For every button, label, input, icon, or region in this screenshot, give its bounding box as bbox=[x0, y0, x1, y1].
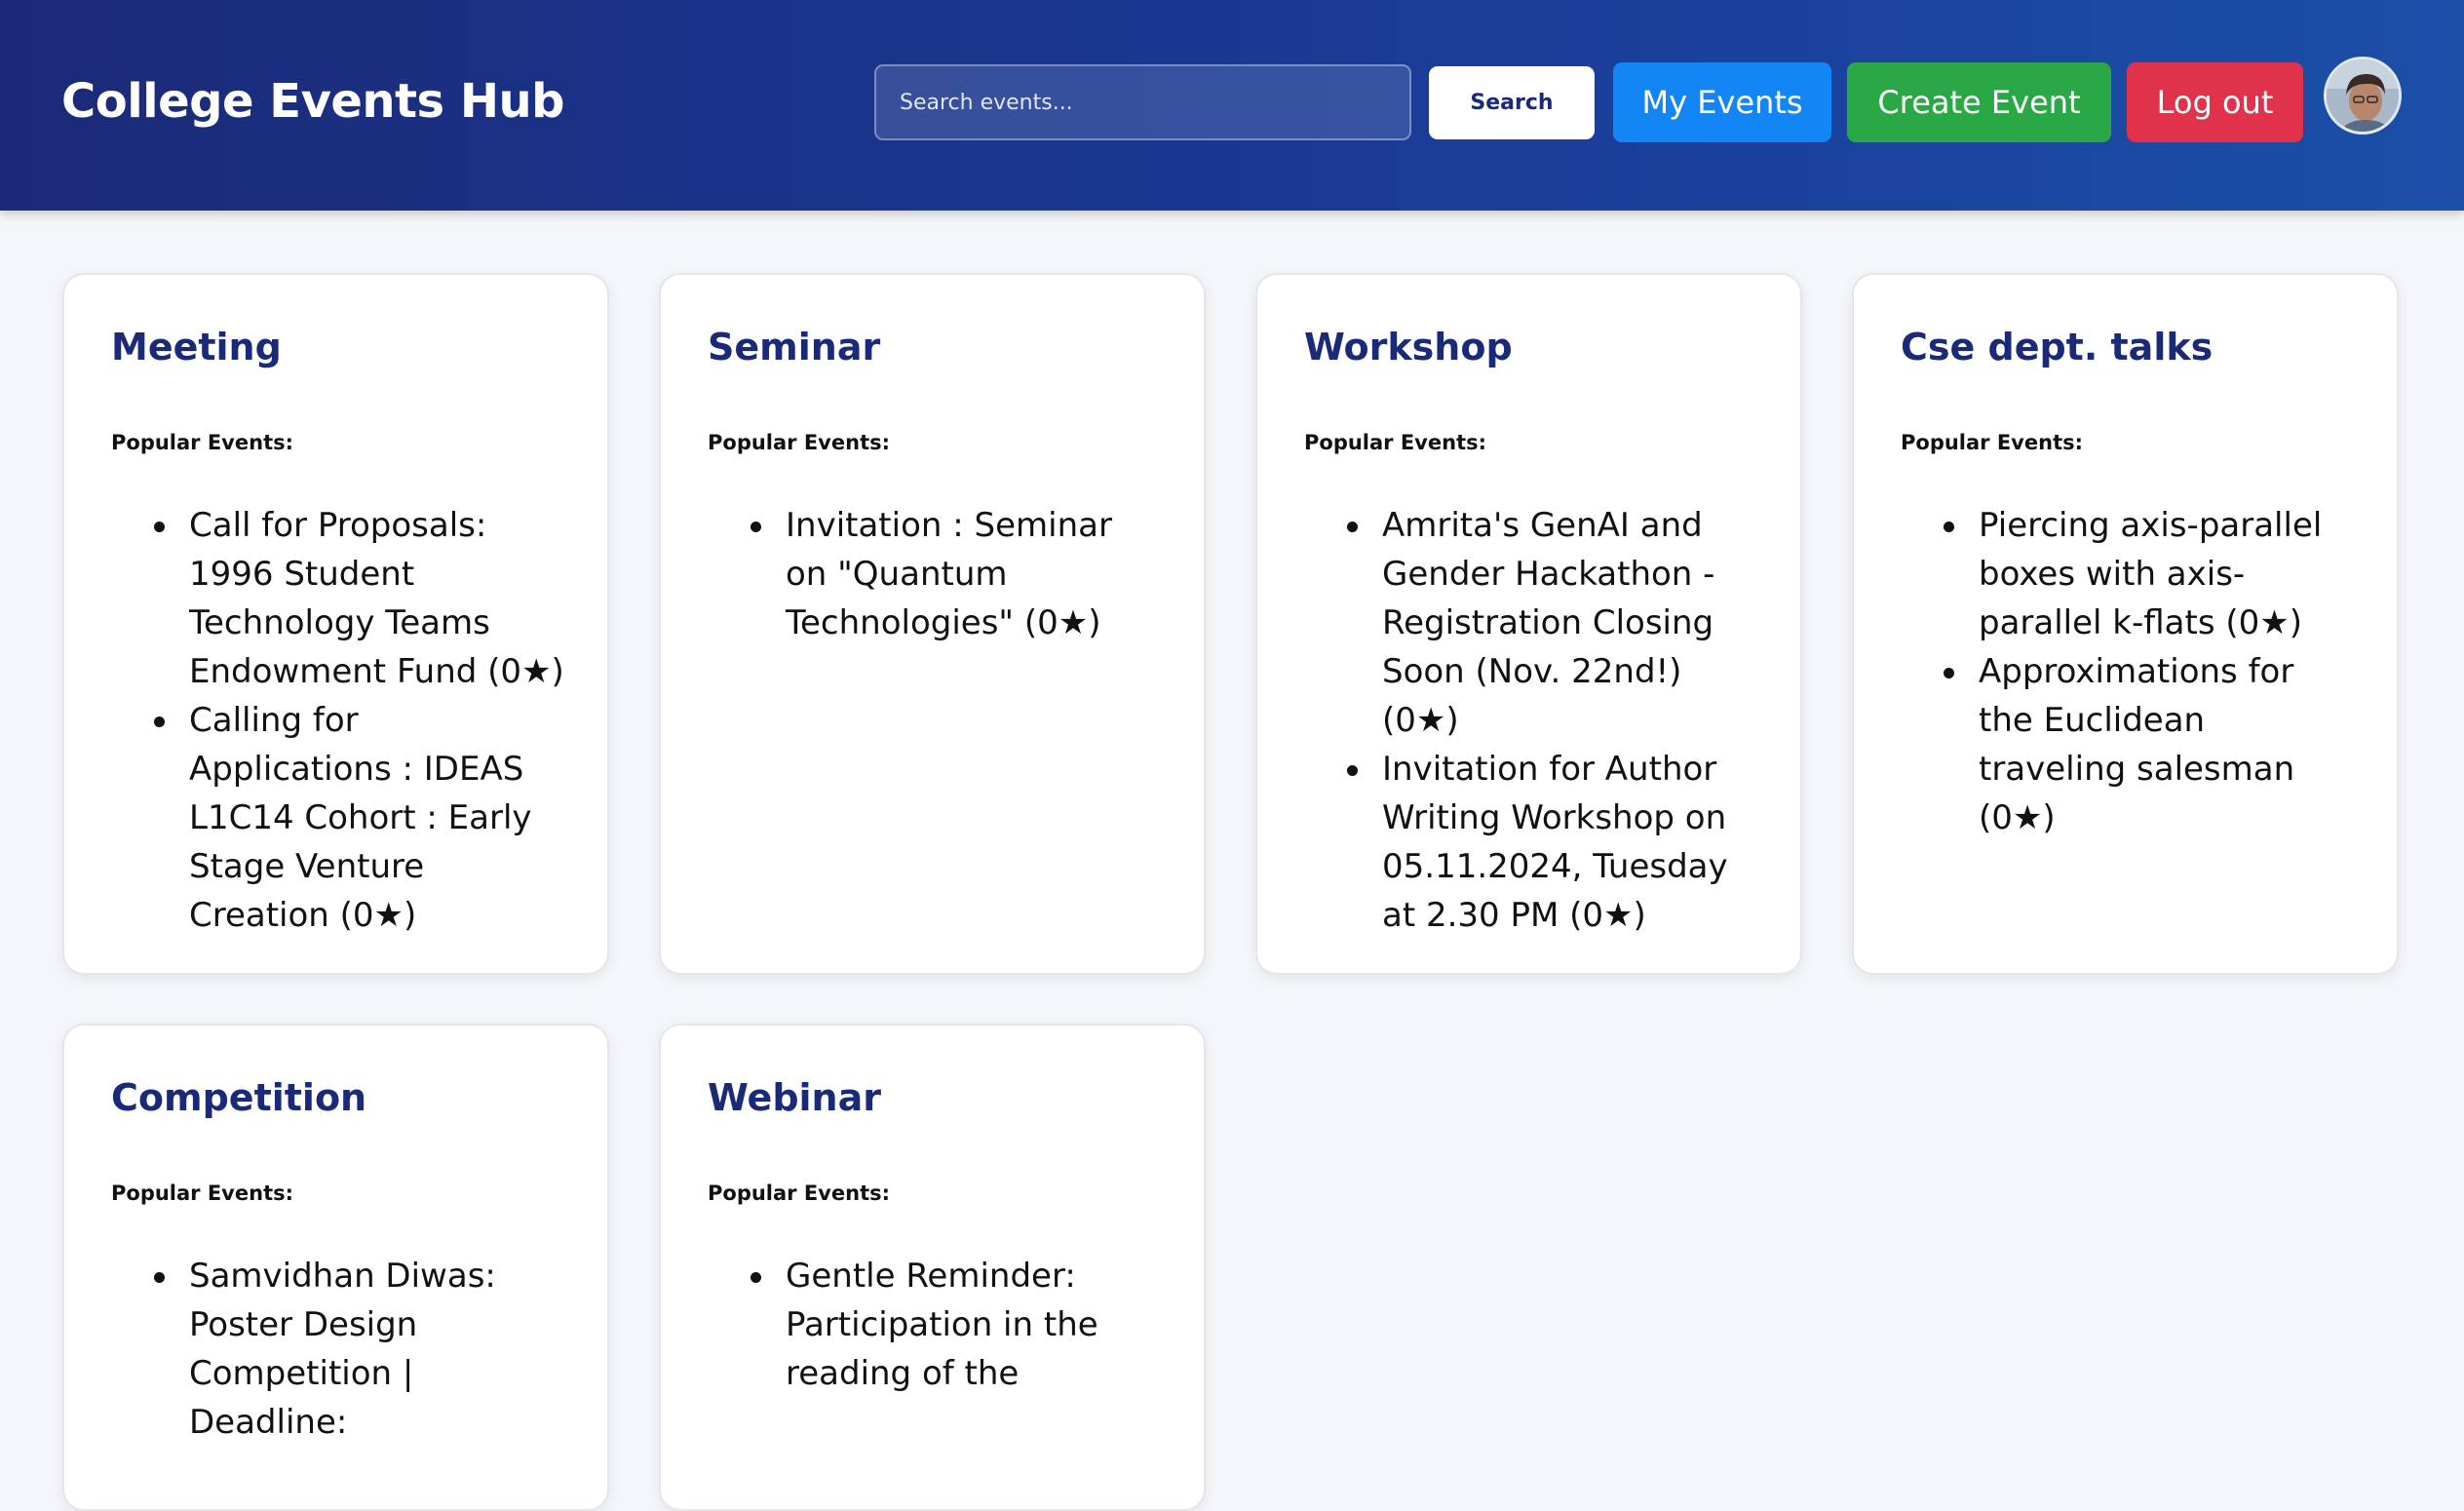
event-list: Samvidhan Diwas: Poster Design Competiti… bbox=[111, 1252, 564, 1447]
popular-events-label: Popular Events: bbox=[1901, 431, 2084, 454]
event-list: Piercing axis-parallel boxes with axis-p… bbox=[1901, 501, 2354, 842]
event-list: Gentle Reminder: Participation in the re… bbox=[708, 1252, 1161, 1398]
category-card-competition[interactable]: Competition Popular Events: Samvidhan Di… bbox=[62, 1024, 609, 1511]
category-title: Cse dept. talks bbox=[1901, 326, 2214, 368]
search-button[interactable]: Search bbox=[1429, 66, 1595, 139]
event-item[interactable]: Invitation for Author Writing Workshop o… bbox=[1304, 745, 1757, 940]
category-card-workshop[interactable]: Workshop Popular Events: Amrita's GenAI … bbox=[1255, 273, 1802, 975]
event-item[interactable]: Samvidhan Diwas: Poster Design Competiti… bbox=[111, 1252, 564, 1447]
category-title: Webinar bbox=[708, 1076, 881, 1119]
category-title: Seminar bbox=[708, 326, 881, 368]
user-avatar-icon bbox=[2327, 59, 2399, 132]
event-item[interactable]: Calling for Applications : IDEAS L1C14 C… bbox=[111, 696, 564, 940]
category-card-webinar[interactable]: Webinar Popular Events: Gentle Reminder:… bbox=[659, 1024, 1206, 1511]
event-item[interactable]: Gentle Reminder: Participation in the re… bbox=[708, 1252, 1161, 1398]
logout-button[interactable]: Log out bbox=[2127, 62, 2303, 142]
popular-events-label: Popular Events: bbox=[111, 431, 294, 454]
popular-events-label: Popular Events: bbox=[111, 1182, 294, 1205]
event-list: Call for Proposals: 1996 Student Technol… bbox=[111, 501, 564, 940]
search-input[interactable] bbox=[874, 64, 1411, 140]
top-navbar: College Events Hub Search My Events Crea… bbox=[0, 0, 2464, 211]
create-event-button[interactable]: Create Event bbox=[1847, 62, 2111, 142]
popular-events-label: Popular Events: bbox=[708, 431, 891, 454]
category-card-meeting[interactable]: Meeting Popular Events: Call for Proposa… bbox=[62, 273, 609, 975]
category-title: Competition bbox=[111, 1076, 367, 1119]
user-avatar[interactable] bbox=[2324, 57, 2402, 135]
popular-events-label: Popular Events: bbox=[1304, 431, 1487, 454]
category-title: Meeting bbox=[111, 326, 282, 368]
event-list: Invitation : Seminar on "Quantum Technol… bbox=[708, 501, 1161, 647]
popular-events-label: Popular Events: bbox=[708, 1182, 891, 1205]
category-card-seminar[interactable]: Seminar Popular Events: Invitation : Sem… bbox=[659, 273, 1206, 975]
event-item[interactable]: Piercing axis-parallel boxes with axis-p… bbox=[1901, 501, 2354, 647]
category-card-cse-dept-talks[interactable]: Cse dept. talks Popular Events: Piercing… bbox=[1852, 273, 2399, 975]
category-title: Workshop bbox=[1304, 326, 1513, 368]
event-list: Amrita's GenAI and Gender Hackathon - Re… bbox=[1304, 501, 1757, 940]
event-item[interactable]: Amrita's GenAI and Gender Hackathon - Re… bbox=[1304, 501, 1757, 745]
event-item[interactable]: Approximations for the Euclidean traveli… bbox=[1901, 647, 2354, 842]
event-item[interactable]: Call for Proposals: 1996 Student Technol… bbox=[111, 501, 564, 696]
my-events-button[interactable]: My Events bbox=[1613, 62, 1831, 142]
app-title: College Events Hub bbox=[61, 74, 565, 129]
event-item[interactable]: Invitation : Seminar on "Quantum Technol… bbox=[708, 501, 1161, 647]
